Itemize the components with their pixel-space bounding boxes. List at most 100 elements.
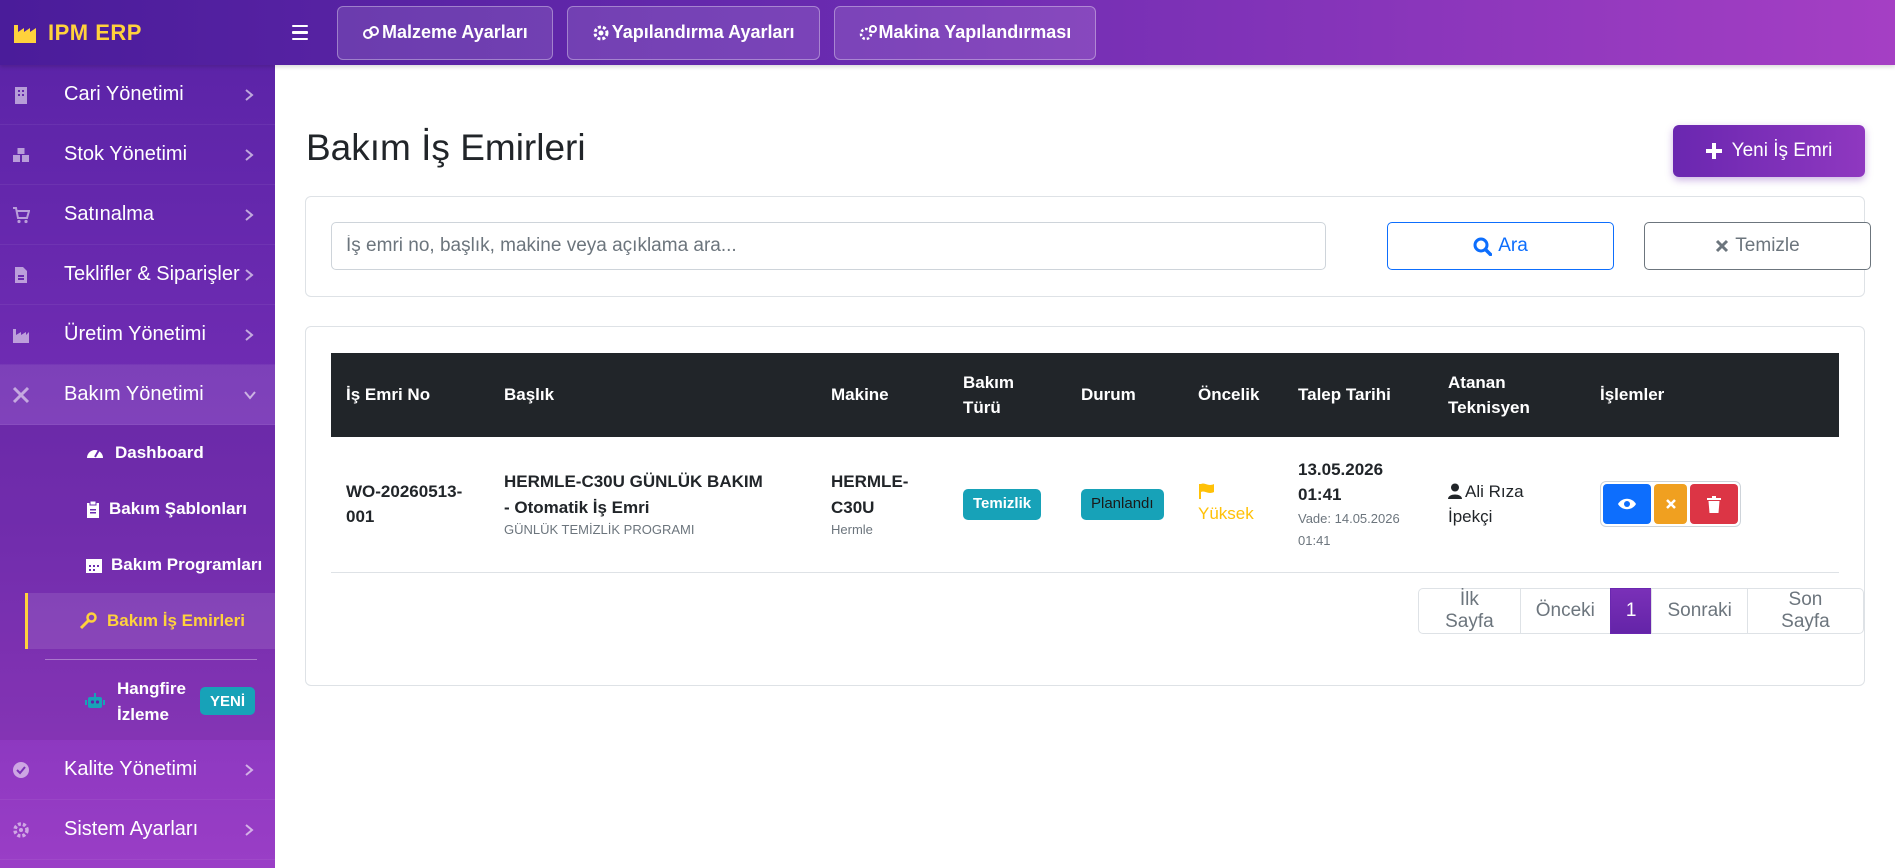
sidebar-item-kalite[interactable]: Kalite Yönetimi	[0, 740, 275, 800]
brand[interactable]: IPM ERP	[0, 0, 275, 65]
clear-button-label: Temizle	[1735, 235, 1800, 256]
page-number-button[interactable]: 1	[1609, 588, 1653, 634]
work-order-title: HERMLE-C30U GÜNLÜK BAKIM - Otomatik İş E…	[504, 472, 763, 517]
top-navbar: IPM ERP Malzeme Ayarları Yapılandırma Ay…	[0, 0, 1895, 65]
cog-icon	[13, 822, 29, 838]
col-header-tech-label: Atanan Teknisyen	[1448, 372, 1530, 418]
sidebar-item-label: Üretim Yönetimi	[64, 323, 206, 345]
submenu-item-programlar[interactable]: Bakım Programları	[25, 537, 275, 593]
chevron-down-icon	[244, 391, 256, 400]
cell-actions	[1585, 437, 1839, 572]
sidebar-item-stok[interactable]: Stok Yönetimi	[0, 125, 275, 185]
sidebar-item-sistem[interactable]: Sistem Ayarları	[0, 800, 275, 860]
due-date: Vade: 14.05.2026 01:41	[1298, 510, 1400, 548]
configuration-settings-button[interactable]: Yapılandırma Ayarları	[566, 5, 820, 60]
user-icon	[1448, 483, 1462, 499]
submenu-item-is-emirleri[interactable]: Bakım İş Emirleri	[25, 593, 275, 649]
plus-icon	[1705, 143, 1722, 159]
col-header-status[interactable]: Durum	[1066, 353, 1183, 437]
wrench-icon	[79, 612, 97, 630]
robot-icon	[85, 693, 105, 708]
submenu-item-hangfire[interactable]: Hangfire İzleme YENİ	[25, 660, 275, 740]
chevron-right-icon	[245, 269, 254, 281]
close-icon	[1716, 239, 1729, 253]
close-icon	[1665, 499, 1676, 510]
clear-button[interactable]: Temizle	[1644, 222, 1871, 270]
sidebar-item-bakim[interactable]: Bakım Yönetimi	[0, 365, 275, 425]
col-header-date[interactable]: Talep Tarihi	[1283, 353, 1433, 437]
priority-indicator: Yüksek	[1198, 483, 1268, 527]
gear-icon	[593, 25, 609, 40]
table-header-row: İş Emri No Başlık Makine Bakım Türü Duru…	[331, 353, 1839, 437]
boxes-icon	[13, 148, 29, 162]
chevron-right-icon	[245, 329, 254, 341]
trash-icon	[1707, 495, 1721, 513]
sidebar-item-cari[interactable]: Cari Yönetimi	[0, 65, 275, 125]
col-header-tech[interactable]: Atanan Teknisyen	[1433, 353, 1585, 437]
new-work-order-button[interactable]: Yeni İş Emri	[1673, 125, 1865, 177]
view-button[interactable]	[1603, 484, 1651, 525]
submenu-item-label: Bakım Şablonları	[109, 499, 247, 518]
sidebar-item-label: Stok Yönetimi	[64, 143, 188, 165]
delete-button[interactable]	[1690, 484, 1738, 525]
table-row[interactable]: WO-20260513-001 HERMLE-C30U GÜNLÜK BAKIM…	[331, 437, 1839, 572]
technician: Ali Rıza İpekçi	[1448, 479, 1548, 530]
col-header-type-label: Bakım Türü	[963, 372, 1015, 418]
search-input[interactable]	[331, 222, 1326, 270]
col-header-actions: İşlemler	[1600, 385, 1665, 405]
submenu-item-label: Bakım İş Emirleri	[107, 611, 245, 630]
col-header-machine[interactable]: Makine	[816, 353, 948, 437]
search-button-label: Ara	[1498, 235, 1528, 256]
chevron-right-icon	[245, 89, 254, 101]
cell-no: WO-20260513-001	[331, 437, 489, 572]
sidebar-item-uretim[interactable]: Üretim Yönetimi	[0, 305, 275, 365]
menu-toggle-button[interactable]	[281, 14, 319, 52]
sidebar-item-satinalma[interactable]: Satınalma	[0, 185, 275, 245]
sidebar-item-label: Cari Yönetimi	[64, 83, 184, 105]
eye-icon	[1618, 499, 1636, 510]
submenu-item-dashboard[interactable]: Dashboard	[25, 425, 275, 481]
work-orders-table: İş Emri No Başlık Makine Bakım Türü Duru…	[331, 353, 1839, 573]
search-icon	[1473, 237, 1493, 256]
page-next-button[interactable]: Sonraki	[1651, 588, 1748, 634]
sidebar-item-label: Bakım Yönetimi	[64, 383, 204, 405]
material-settings-label: Malzeme Ayarları	[382, 22, 528, 42]
configuration-settings-label: Yapılandırma Ayarları	[611, 22, 795, 42]
main-content: Bakım İş Emirleri Yeni İş Emri Ara Temiz…	[275, 65, 1895, 868]
brand-title: IPM ERP	[48, 19, 142, 45]
new-badge: YENİ	[200, 687, 256, 715]
machine-configuration-button[interactable]: Makina Yapılandırması	[833, 5, 1097, 60]
page-first-button[interactable]: İlk Sayfa	[1418, 588, 1521, 634]
submenu-item-sablonlar[interactable]: Bakım Şablonları	[25, 481, 275, 537]
sidebar: Cari Yönetimi Stok Yönetimi Satınalma Te…	[0, 65, 275, 868]
col-header-no[interactable]: İş Emri No	[331, 353, 489, 437]
row-actions-group	[1600, 481, 1741, 528]
cancel-button[interactable]	[1654, 484, 1687, 525]
work-orders-card: İş Emri No Başlık Makine Bakım Türü Duru…	[305, 326, 1865, 686]
page-prev-button[interactable]: Önceki	[1519, 588, 1611, 634]
maintenance-type-badge: Temizlik	[963, 489, 1042, 520]
col-header-type[interactable]: Bakım Türü	[948, 353, 1066, 437]
material-settings-button[interactable]: Malzeme Ayarları	[337, 5, 553, 60]
col-header-title[interactable]: Başlık	[489, 353, 816, 437]
flag-icon	[1199, 483, 1214, 499]
hamburger-icon	[292, 24, 308, 28]
page-last-button[interactable]: Son Sayfa	[1746, 588, 1864, 634]
building-icon	[15, 87, 27, 104]
cell-priority: Yüksek	[1183, 437, 1283, 572]
gears-icon	[859, 24, 877, 40]
calendar-icon	[86, 559, 102, 573]
page-title: Bakım İş Emirleri	[306, 127, 586, 168]
check-circle-icon	[13, 762, 29, 778]
work-order-number[interactable]: WO-20260513-001	[346, 479, 474, 530]
sidebar-item-label: Satınalma	[64, 203, 155, 225]
pagination: İlk Sayfa Önceki 1 Sonraki Son Sayfa	[1418, 588, 1864, 634]
chevron-right-icon	[245, 209, 254, 221]
sidebar-item-teklifler[interactable]: Teklifler & Siparişler	[0, 245, 275, 305]
col-header-priority[interactable]: Öncelik	[1183, 353, 1283, 437]
industry-icon	[13, 329, 29, 343]
cart-icon	[13, 207, 30, 224]
priority-label: Yüksek	[1198, 503, 1254, 523]
search-button[interactable]: Ara	[1387, 222, 1614, 270]
cell-date: 13.05.2026 01:41 Vade: 14.05.2026 01:41	[1283, 437, 1433, 572]
